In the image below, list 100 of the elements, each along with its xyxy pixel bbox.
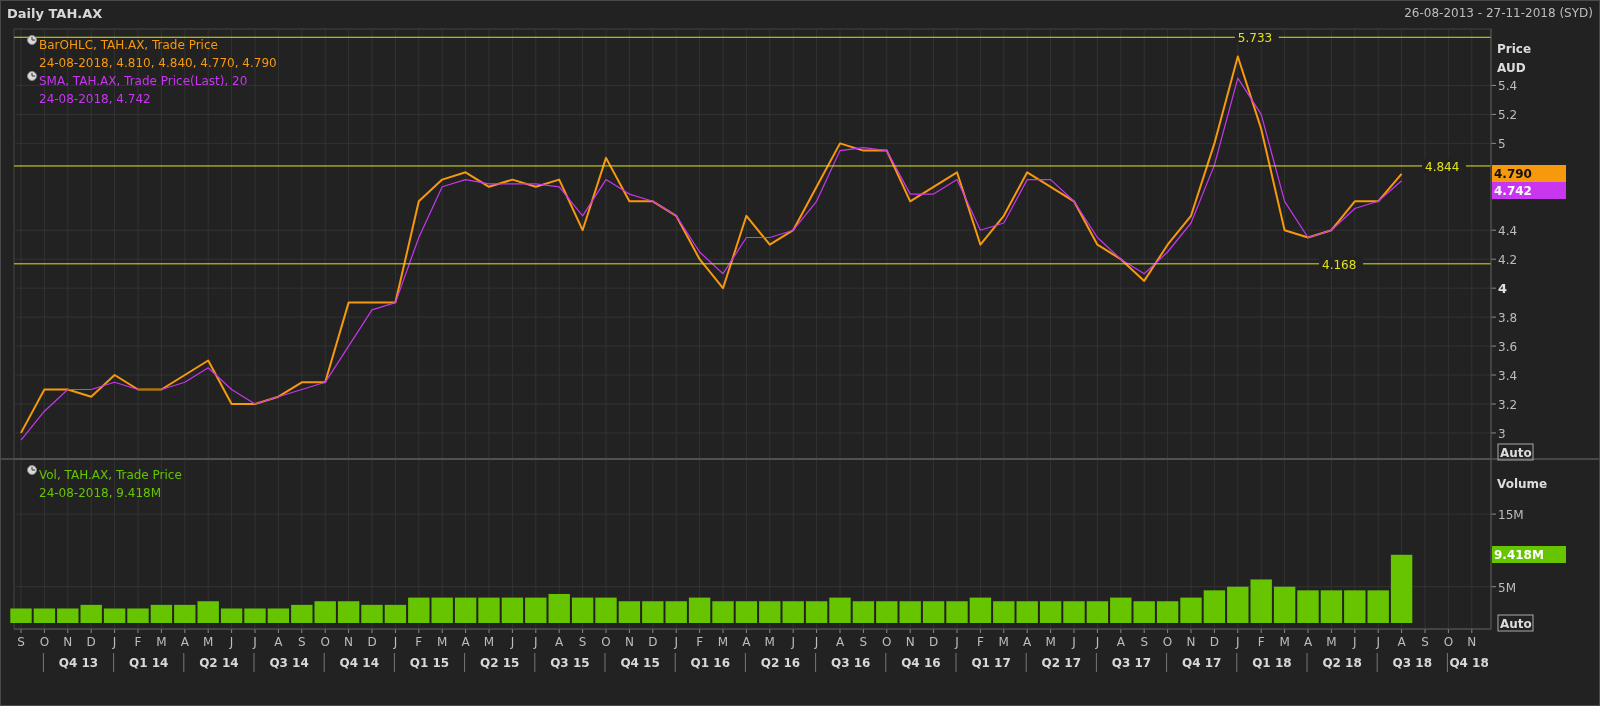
month-label: J: [510, 635, 515, 649]
axis-unit: AUD: [1497, 61, 1526, 75]
legend-text: Vol, TAH.AX, Trade Price: [39, 468, 182, 482]
volume-bar: [1203, 590, 1226, 623]
month-label: J: [674, 635, 678, 649]
month-label: O: [320, 635, 330, 649]
volume-bar: [1344, 590, 1366, 623]
month-label: F: [1257, 635, 1265, 649]
month-label: A: [180, 635, 189, 649]
volume-bar: [946, 601, 968, 623]
month-label: J: [112, 635, 117, 649]
legend-value: 24-08-2018, 4.810, 4.840, 4.770, 4.790: [39, 56, 277, 70]
quarter-label: Q4 15: [620, 656, 660, 670]
month-label: J: [393, 635, 398, 649]
quarter-label: Q3 14: [269, 656, 309, 670]
volume-bar: [478, 597, 500, 623]
volume-bar: [782, 601, 804, 623]
axis-label: 4.2: [1498, 253, 1518, 268]
volume-bar: [1250, 579, 1272, 623]
month-label: J: [1236, 635, 1240, 649]
volume-bar: [525, 597, 547, 623]
month-label: J: [814, 635, 819, 649]
clock-icon[interactable]: [27, 35, 37, 45]
axis-label: 15M: [1498, 508, 1524, 523]
auto-button[interactable]: Auto: [1497, 614, 1534, 632]
volume-bar: [618, 601, 641, 623]
volume-bar: [337, 601, 360, 623]
month-label: N: [344, 635, 354, 649]
legend-value: 24-08-2018, 4.742: [39, 92, 151, 106]
clock-icon[interactable]: [27, 71, 37, 81]
volume-bar: [642, 601, 664, 623]
volume-bar: [1086, 601, 1109, 623]
month-label: M: [203, 635, 214, 649]
month-label: J: [229, 635, 234, 649]
month-label: M: [483, 635, 495, 649]
axis-label: 4: [1498, 281, 1508, 297]
volume-bar: [1227, 586, 1249, 623]
month-label: M: [717, 635, 729, 649]
volume-bar: [1063, 601, 1085, 623]
volume-bar: [899, 601, 921, 623]
volume-bar: [33, 608, 56, 623]
month-label: J: [534, 635, 538, 649]
axis-label: 3.6: [1498, 340, 1518, 355]
quarter-label: Q4 18: [1449, 656, 1489, 670]
month-label: D: [648, 635, 658, 649]
volume-bar: [127, 608, 149, 623]
month-label: A: [1397, 635, 1406, 649]
auto-button[interactable]: Auto: [1497, 443, 1534, 461]
quarter-label: Q2 15: [480, 656, 520, 670]
level-label: 5.733: [1237, 31, 1273, 46]
month-label: S: [859, 635, 868, 649]
month-label: O: [1162, 635, 1173, 649]
month-label: A: [742, 635, 751, 649]
month-label: J: [791, 635, 795, 649]
month-label: M: [764, 635, 775, 649]
quarter-label: Q1 15: [409, 656, 450, 670]
date-range: 26-08-2013 - 27-11-2018 (SYD): [1404, 6, 1593, 20]
volume-bar: [244, 608, 266, 623]
quarter-label: Q3 15: [550, 656, 590, 670]
month-label: A: [555, 635, 564, 649]
volume-bar: [876, 601, 898, 623]
volume-bar: [595, 597, 617, 623]
last-price-badge: 4.790: [1492, 165, 1566, 182]
clock-icon[interactable]: [27, 465, 37, 475]
month-label: M: [1326, 635, 1337, 649]
month-label: N: [905, 635, 915, 649]
month-label: D: [86, 635, 96, 649]
level-label: 4.844: [1425, 159, 1460, 174]
month-label: O: [601, 635, 611, 649]
month-label: M: [437, 635, 448, 649]
volume-bar: [1133, 601, 1155, 623]
legend-text: SMA, TAH.AX, Trade Price(Last), 20: [39, 74, 248, 88]
quarter-label: Q4 13: [58, 656, 99, 670]
volume-bar: [103, 608, 126, 623]
month-label: F: [134, 635, 142, 649]
month-label: J: [1353, 635, 1357, 649]
quarter-label: Q3 17: [1111, 656, 1152, 670]
quarter-label: Q3 16: [831, 656, 871, 670]
month-label: S: [298, 635, 306, 649]
legend-value: 24-08-2018, 9.418M: [39, 486, 162, 500]
month-label: A: [1023, 635, 1032, 649]
axis-label: 3: [1498, 426, 1506, 441]
last-volume-badge: 9.418M: [1492, 546, 1566, 563]
level-label: 4.168: [1322, 257, 1357, 272]
axis-label: 3.2: [1498, 398, 1518, 412]
month-label: S: [1140, 635, 1148, 649]
month-label: A: [274, 635, 283, 649]
axis-label: 5.4: [1498, 79, 1518, 94]
volume-bar: [1156, 601, 1179, 623]
axis-label: 5: [1498, 137, 1506, 152]
month-label: M: [998, 635, 1009, 649]
month-label: F: [415, 635, 423, 649]
month-label: J: [1376, 635, 1380, 649]
month-label: S: [1421, 635, 1429, 649]
quarter-label: Q1 17: [971, 656, 1011, 670]
legend-text: BarOHLC, TAH.AX, Trade Price: [39, 38, 218, 52]
month-label: M: [1045, 635, 1056, 649]
month-label: J: [955, 635, 959, 649]
volume-bar: [993, 601, 1015, 623]
volume-bar: [57, 608, 79, 623]
